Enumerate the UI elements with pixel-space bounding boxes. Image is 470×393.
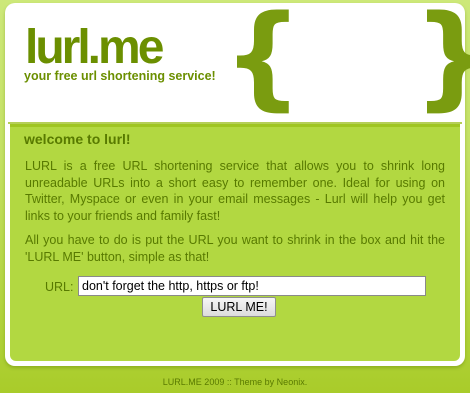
main-card: lurl.me your free url shortening service… [5,0,470,366]
url-input[interactable] [78,276,426,296]
site-footer: LURL.ME 2009 :: Theme by Neonix. [162,377,308,387]
site-tagline: your free url shortening service! [24,69,216,83]
content-panel: welcome to lurl! LURL is a free URL shor… [10,124,460,361]
site-logo[interactable]: lurl.me [25,20,164,76]
right-brace-decoration: } [413,0,470,117]
welcome-heading: welcome to lurl! [24,131,131,147]
lurl-me-button[interactable]: LURL ME! [202,297,276,317]
left-brace-decoration: { [223,0,303,122]
intro-paragraph: LURL is a free URL shortening service th… [25,159,445,223]
instructions-paragraph: All you have to do is put the URL you wa… [25,233,445,264]
site-header: lurl.me your free url shortening service… [5,0,470,122]
url-label: URL: [45,280,74,294]
